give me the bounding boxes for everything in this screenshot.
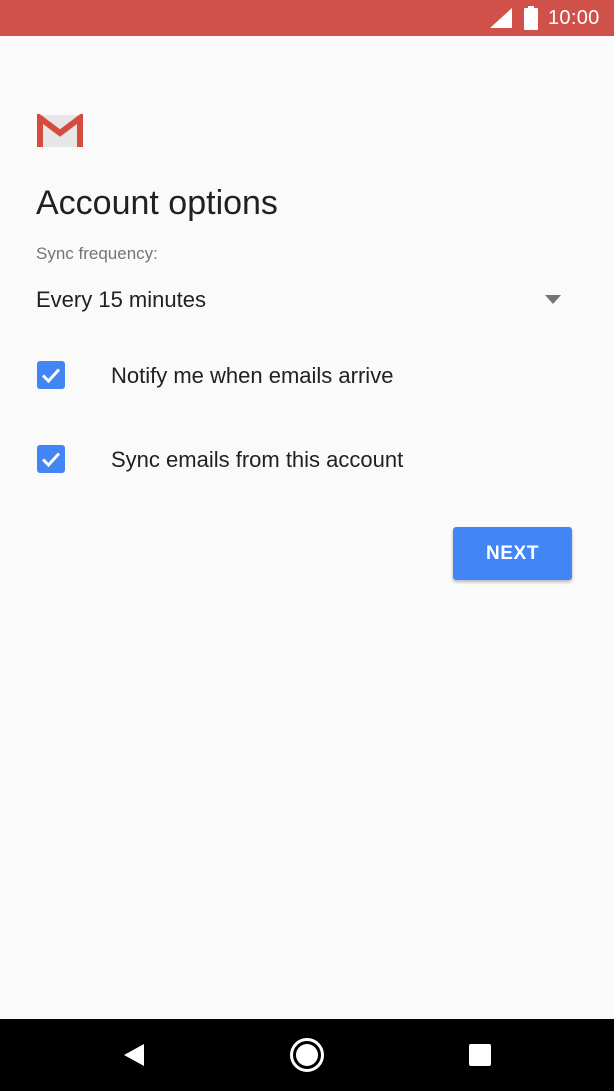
next-button[interactable]: NEXT <box>453 527 572 580</box>
home-circle-icon[interactable] <box>289 1037 325 1073</box>
navigation-bar <box>0 1019 614 1091</box>
recents-square-icon[interactable] <box>468 1043 492 1067</box>
status-bar: 10:00 <box>0 0 614 36</box>
sync-frequency-dropdown[interactable]: Every 15 minutes <box>36 282 570 320</box>
sync-emails-checkbox[interactable] <box>37 445 65 473</box>
notify-option-label: Notify me when emails arrive <box>111 363 394 388</box>
notify-checkbox[interactable] <box>37 361 65 389</box>
sync-frequency-label: Sync frequency: <box>36 244 158 263</box>
notify-option-row[interactable]: Notify me when emails arrive <box>36 350 576 400</box>
page-title: Account options <box>36 184 278 222</box>
dropdown-arrow-icon <box>545 295 561 304</box>
sync-emails-option-row[interactable]: Sync emails from this account <box>36 434 576 484</box>
cell-signal-icon <box>490 8 512 28</box>
sync-frequency-value: Every 15 minutes <box>36 287 206 312</box>
back-triangle-icon[interactable] <box>122 1043 146 1067</box>
gmail-logo-icon <box>37 114 83 147</box>
sync-emails-option-label: Sync emails from this account <box>111 447 404 472</box>
battery-full-icon <box>524 6 538 30</box>
status-time: 10:00 <box>548 7 600 29</box>
